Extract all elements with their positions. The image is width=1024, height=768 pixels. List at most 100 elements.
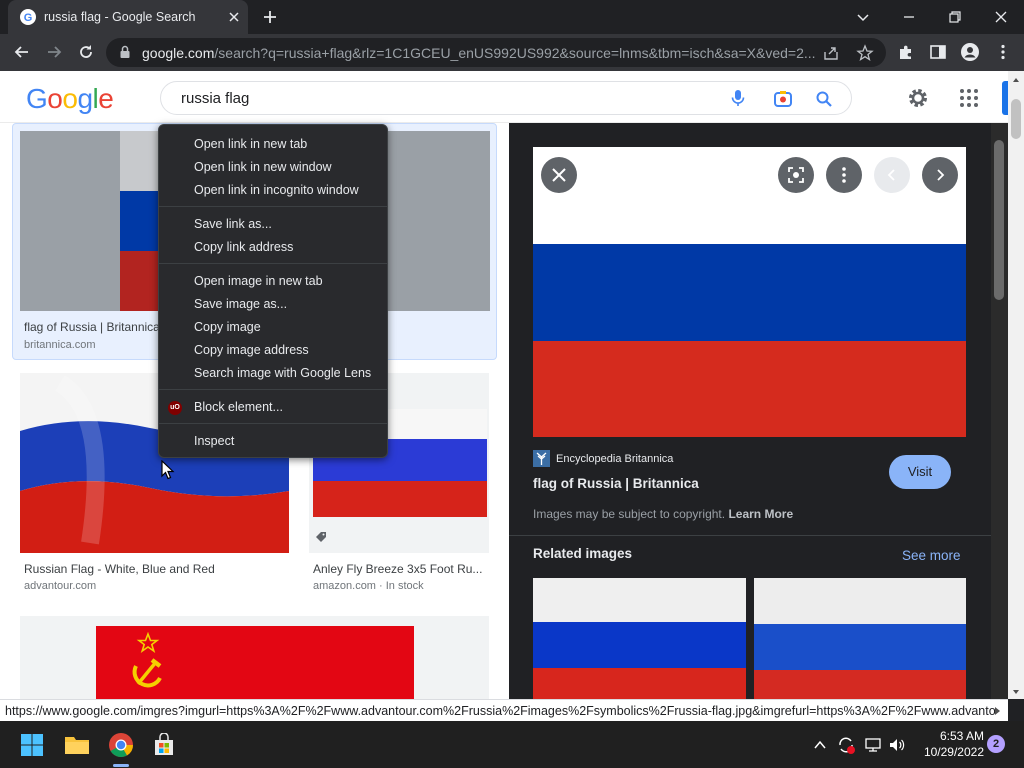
logo-letter: g [77, 83, 93, 114]
visit-button[interactable]: Visit [889, 455, 951, 489]
menu-open-link-new-tab[interactable]: Open link in new tab [159, 133, 387, 156]
lock-icon[interactable] [118, 45, 132, 59]
copyright-note: Images may be subject to copyright. Lear… [533, 507, 793, 521]
preview-source[interactable]: Encyclopedia Britannica [556, 453, 673, 465]
hammer-sickle-icon [126, 632, 170, 696]
related-images-heading: Related images [533, 546, 633, 561]
flag-blue-stripe [533, 622, 746, 668]
close-preview-button[interactable] [541, 157, 577, 193]
browser-toolbar: google.com/search?q=russia+flag&rlz=1C1G… [0, 34, 1024, 71]
menu-open-link-incognito[interactable]: Open link in incognito window [159, 179, 387, 202]
result-domain: amazon.com · In stock [313, 580, 424, 592]
logo-letter: o [62, 83, 78, 114]
url-domain: google.com [142, 45, 215, 61]
tab-strip: G russia flag - Google Search [0, 0, 1024, 34]
menu-copy-image-address[interactable]: Copy image address [159, 339, 387, 362]
result-title[interactable]: flag of Russia | Britannica [24, 320, 160, 334]
menu-save-image-as[interactable]: Save image as... [159, 293, 387, 316]
result-title[interactable]: Anley Fly Breeze 3x5 Foot Ru... [313, 562, 482, 576]
side-panel-icon[interactable] [928, 42, 948, 62]
google-logo[interactable]: Google [26, 83, 114, 115]
britannica-thistle-icon [533, 450, 550, 467]
tab-close-icon[interactable] [226, 9, 242, 25]
profile-avatar-icon[interactable] [960, 42, 980, 62]
chrome-taskbar-icon[interactable] [108, 732, 134, 758]
menu-block-element[interactable]: Block element... [159, 396, 387, 419]
next-image-button[interactable] [922, 157, 958, 193]
more-options-icon[interactable] [826, 157, 862, 193]
share-icon[interactable] [822, 44, 840, 62]
url-text[interactable]: google.com/search?q=russia+flag&rlz=1C1G… [142, 45, 818, 61]
search-input[interactable]: russia flag [160, 81, 852, 115]
apps-grid-icon[interactable] [958, 87, 980, 109]
menu-separator [159, 389, 387, 390]
scrollbar-thumb[interactable] [1011, 99, 1021, 139]
flag-blue-stripe [754, 624, 966, 670]
menu-open-image-new-tab[interactable]: Open image in new tab [159, 270, 387, 293]
flag-red-stripe [533, 341, 966, 437]
forward-arrow-icon[interactable] [44, 42, 64, 62]
microsoft-store-icon[interactable] [152, 733, 176, 757]
result-title[interactable]: Russian Flag - White, Blue and Red [24, 562, 215, 576]
notification-badge[interactable]: 2 [987, 735, 1005, 753]
extensions-puzzle-icon[interactable] [896, 42, 916, 62]
logo-letter: e [98, 83, 114, 114]
chrome-menu-icon[interactable] [993, 42, 1013, 62]
search-icon[interactable] [815, 90, 833, 108]
preview-scrollbar-thumb[interactable] [994, 140, 1004, 300]
preview-title[interactable]: flag of Russia | Britannica [533, 476, 699, 491]
flag-white-stripe [754, 578, 966, 624]
tray-chevron-up-icon[interactable] [813, 738, 827, 752]
sync-alert-icon[interactable] [836, 735, 856, 755]
menu-copy-link-address[interactable]: Copy link address [159, 236, 387, 259]
flag-white-stripe [533, 578, 746, 622]
image-result-thumbnail[interactable] [20, 616, 489, 699]
page-scrollbar[interactable] [1008, 71, 1024, 699]
google-lens-icon[interactable] [773, 89, 793, 109]
flag-blue-stripe [533, 244, 966, 341]
page-content: Google russia flag flag of Russia | Brit… [0, 71, 1008, 699]
clock-date[interactable]: 10/29/2022 [900, 745, 984, 759]
microphone-icon[interactable] [729, 89, 747, 107]
scroll-up-arrow-icon[interactable] [1012, 76, 1020, 84]
tab-search-chevron-icon[interactable] [853, 7, 873, 27]
minimize-icon[interactable] [899, 7, 919, 27]
windows-taskbar: 6:53 AM 10/29/2022 2 [0, 721, 1024, 768]
settings-gear-icon[interactable] [906, 86, 930, 110]
windows-start-icon[interactable] [20, 733, 44, 757]
lens-search-icon[interactable] [778, 157, 814, 193]
image-preview-panel: Encyclopedia Britannica flag of Russia |… [509, 123, 991, 699]
svg-text:G: G [24, 12, 33, 24]
address-bar[interactable]: google.com/search?q=russia+flag&rlz=1C1G… [106, 38, 886, 67]
new-tab-icon[interactable] [262, 9, 278, 25]
bookmark-star-icon[interactable] [856, 44, 874, 62]
back-arrow-icon[interactable] [12, 42, 32, 62]
status-url-text: https://www.google.com/imgres?imgurl=htt… [5, 704, 995, 718]
see-more-link[interactable]: See more [902, 548, 961, 563]
google-favicon-icon: G [20, 9, 36, 25]
tab-title: russia flag - Google Search [44, 10, 196, 24]
menu-copy-image[interactable]: Copy image [159, 316, 387, 339]
related-image-thumbnail[interactable] [754, 578, 966, 699]
preview-divider [509, 535, 991, 536]
menu-search-google-lens[interactable]: Search image with Google Lens [159, 362, 387, 385]
menu-separator [159, 206, 387, 207]
scroll-down-arrow-icon[interactable] [1012, 688, 1020, 696]
window-close-icon[interactable] [991, 7, 1011, 27]
search-query-text[interactable]: russia flag [181, 90, 249, 107]
status-scroll-right-icon[interactable] [992, 706, 1002, 716]
browser-tab[interactable]: G russia flag - Google Search [8, 0, 248, 34]
flag-red-stripe [754, 670, 966, 699]
ublock-origin-icon: uO [168, 401, 182, 415]
reload-icon[interactable] [76, 42, 96, 62]
file-explorer-icon[interactable] [64, 733, 90, 757]
previous-image-button[interactable] [874, 157, 910, 193]
network-icon[interactable] [864, 736, 882, 754]
learn-more-link[interactable]: Learn More [728, 507, 793, 521]
clock-time[interactable]: 6:53 AM [900, 729, 984, 743]
menu-inspect[interactable]: Inspect [159, 430, 387, 453]
related-image-thumbnail[interactable] [533, 578, 746, 699]
menu-save-link-as[interactable]: Save link as... [159, 213, 387, 236]
menu-open-link-new-window[interactable]: Open link in new window [159, 156, 387, 179]
restore-icon[interactable] [945, 7, 965, 27]
